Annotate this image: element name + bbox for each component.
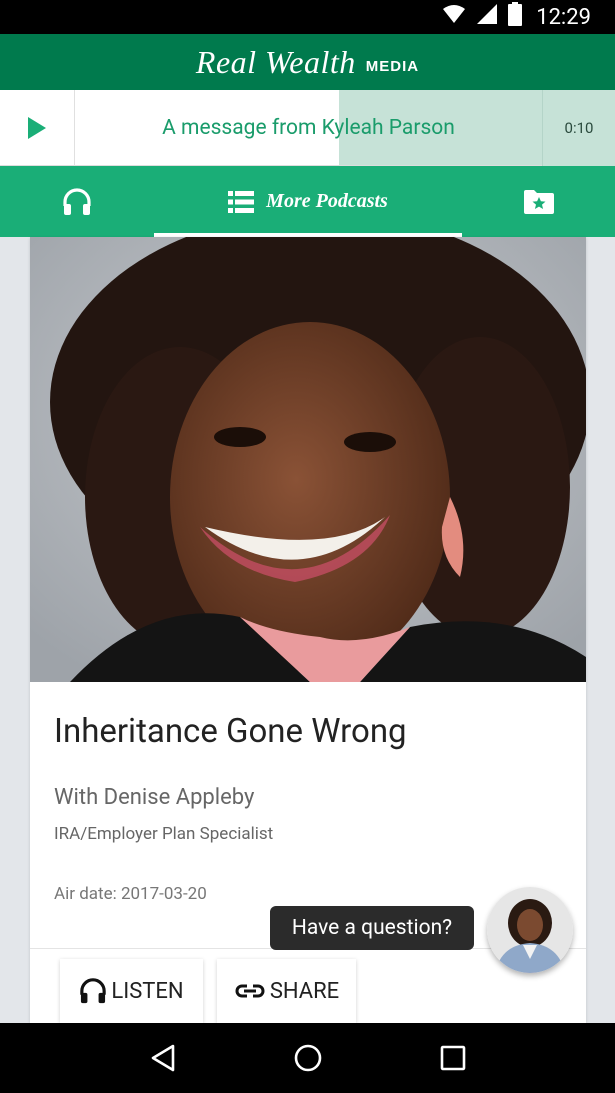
host-role: IRA/Employer Plan Specialist [54,824,274,844]
tab-more-podcasts-label: More Podcasts [266,190,388,212]
play-icon [28,117,46,139]
listen-button-label: LISTEN [111,978,184,1004]
tab-bar: More Podcasts [0,166,615,237]
nav-home-button[interactable] [278,1028,338,1088]
question-tooltip[interactable]: Have a question? [270,906,474,950]
listen-button[interactable]: LISTEN [60,959,203,1023]
host-photo [30,237,586,682]
recents-square-icon [440,1045,465,1071]
air-date: Air date: 2017-03-20 [54,884,207,904]
brand-header: Real Wealth MEDIA [0,34,615,90]
brand-logo-script: Real Wealth [195,43,356,80]
tab-favorites[interactable] [462,166,615,237]
play-button[interactable] [0,90,75,166]
mini-player: A message from Kyleah Parson 0:10 [0,90,615,166]
status-bar: 12:29 [0,0,615,34]
star-folder-icon [523,189,554,214]
episode-host: With Denise Appleby [54,785,255,810]
link-icon [235,984,265,998]
status-time: 12:29 [536,4,591,30]
share-button-label: SHARE [269,978,340,1004]
status-icons [442,2,523,32]
signal-icon [476,3,498,31]
brand-logo-suffix: MEDIA [365,57,420,75]
list-icon [228,190,255,213]
home-circle-icon [294,1044,321,1072]
nav-recents-button[interactable] [423,1028,483,1088]
episode-title: Inheritance Gone Wrong [54,712,407,751]
tab-more-podcasts[interactable]: More Podcasts [154,166,462,237]
share-button[interactable]: SHARE [217,959,356,1023]
track-title: A message from Kyleah Parson [162,115,455,140]
track-seek-bar[interactable]: A message from Kyleah Parson [75,90,542,165]
back-triangle-icon [151,1044,174,1072]
track-time: 0:10 [542,90,615,166]
battery-icon [508,2,523,32]
chat-avatar[interactable] [487,887,573,973]
tab-listen[interactable] [0,166,154,237]
headphones-icon [63,187,91,215]
wifi-icon [442,3,466,31]
system-nav-bar [0,1023,615,1093]
headphones-icon [80,978,107,1004]
nav-back-button[interactable] [133,1028,193,1088]
